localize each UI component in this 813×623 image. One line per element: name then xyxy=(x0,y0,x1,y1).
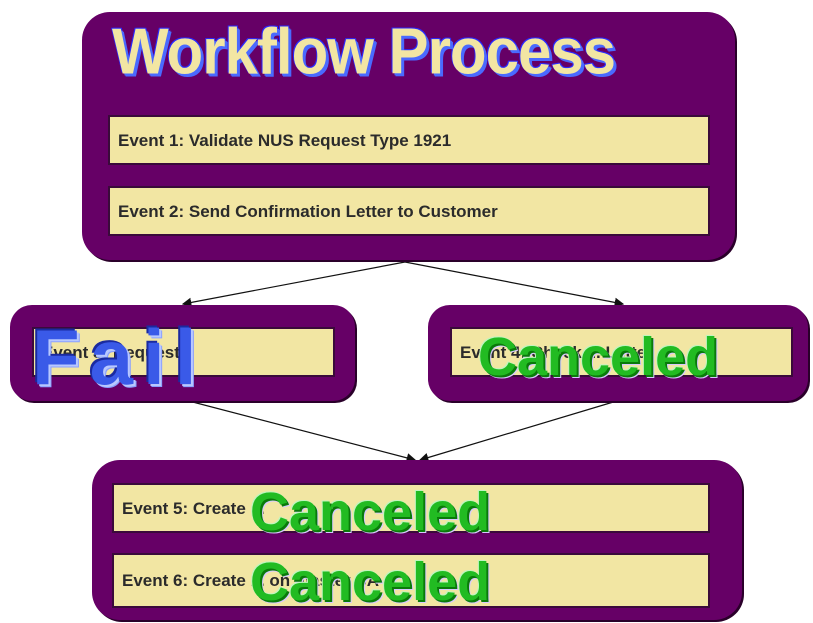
workflow-title: Workflow Process xyxy=(112,15,616,88)
canceled-stamp-event-5: Canceled xyxy=(250,482,491,542)
event-2: Event 2: Send Confirmation Letter to Cus… xyxy=(108,186,710,236)
canceled-stamp-event-6: Canceled xyxy=(250,552,491,612)
fail-stamp: Fail xyxy=(32,313,207,401)
arrow-workflow-to-fail xyxy=(181,261,406,308)
arrow-fail-to-create xyxy=(184,399,417,463)
arrow-workflow-to-check xyxy=(404,261,625,308)
event-1: Event 1: Validate NUS Request Type 1921 xyxy=(108,115,710,165)
arrow-check-to-create xyxy=(418,399,621,463)
canceled-stamp-event-4: Canceled xyxy=(478,327,719,387)
